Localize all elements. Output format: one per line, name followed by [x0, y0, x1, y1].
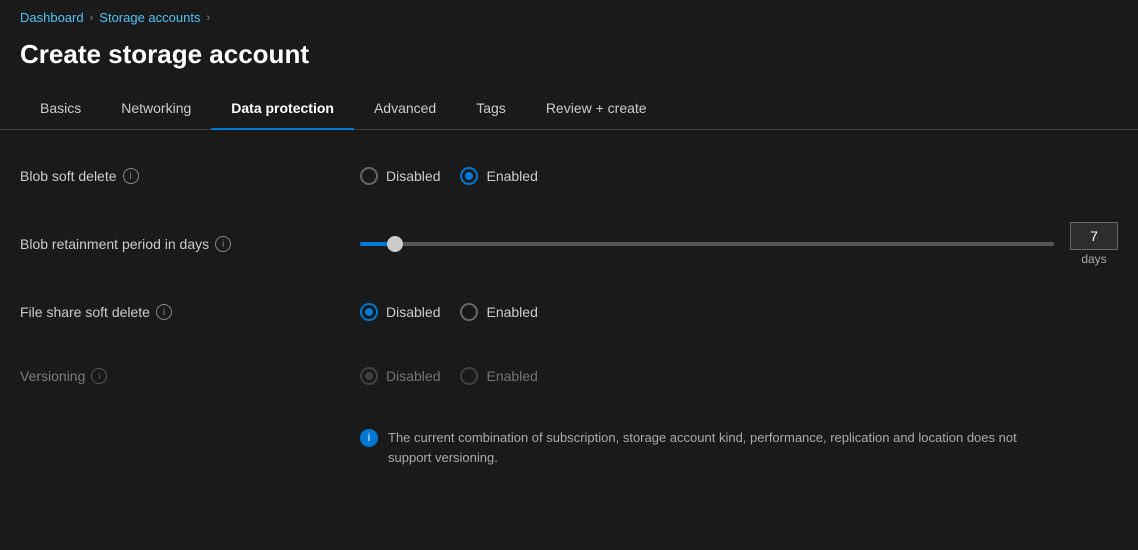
- file-share-soft-delete-row: File share soft delete i Disabled Enable…: [20, 294, 1118, 330]
- versioning-enabled-radio[interactable]: [460, 367, 478, 385]
- breadcrumb-storage-accounts[interactable]: Storage accounts: [99, 10, 200, 25]
- breadcrumb-chevron-1: ›: [90, 12, 94, 24]
- file-share-soft-delete-info-icon[interactable]: i: [156, 304, 172, 320]
- blob-soft-delete-enabled-label: Enabled: [486, 168, 537, 184]
- breadcrumb-chevron-2: ›: [206, 12, 210, 24]
- blob-soft-delete-disabled-label: Disabled: [386, 168, 440, 184]
- content-area: Blob soft delete i Disabled Enabled Blob…: [0, 130, 1138, 493]
- tab-data-protection[interactable]: Data protection: [211, 90, 354, 130]
- blob-soft-delete-row: Blob soft delete i Disabled Enabled: [20, 158, 1118, 194]
- blob-retention-value[interactable]: 7: [1070, 222, 1118, 250]
- versioning-info-box: i The current combination of subscriptio…: [360, 422, 1060, 473]
- file-share-soft-delete-enabled-radio[interactable]: [460, 303, 478, 321]
- blob-retention-unit: days: [1081, 252, 1106, 266]
- breadcrumb: Dashboard › Storage accounts ›: [0, 0, 1138, 31]
- tabs-container: Basics Networking Data protection Advanc…: [0, 90, 1138, 130]
- file-share-soft-delete-disabled-option[interactable]: Disabled: [360, 303, 440, 321]
- file-share-soft-delete-enabled-option[interactable]: Enabled: [460, 303, 537, 321]
- versioning-enabled-label: Enabled: [486, 368, 537, 384]
- blob-retention-info-icon[interactable]: i: [215, 236, 231, 252]
- versioning-enabled-option[interactable]: Enabled: [460, 367, 537, 385]
- blob-retention-slider-thumb[interactable]: [387, 236, 403, 252]
- file-share-soft-delete-label: File share soft delete i: [20, 304, 360, 320]
- blob-soft-delete-disabled-radio[interactable]: [360, 167, 378, 185]
- blob-soft-delete-enabled-option[interactable]: Enabled: [460, 167, 537, 185]
- breadcrumb-dashboard[interactable]: Dashboard: [20, 10, 84, 25]
- tab-networking[interactable]: Networking: [101, 90, 211, 130]
- blob-soft-delete-disabled-option[interactable]: Disabled: [360, 167, 440, 185]
- blob-retention-value-box: 7 days: [1070, 222, 1118, 266]
- file-share-soft-delete-enabled-label: Enabled: [486, 304, 537, 320]
- tab-tags[interactable]: Tags: [456, 90, 526, 130]
- blob-retention-label: Blob retainment period in days i: [20, 236, 360, 252]
- versioning-disabled-radio[interactable]: [360, 367, 378, 385]
- versioning-label: Versioning i: [20, 368, 360, 384]
- blob-retention-row: Blob retainment period in days i 7 days: [20, 222, 1118, 266]
- blob-retention-slider-container: 7 days: [360, 222, 1118, 266]
- file-share-soft-delete-disabled-radio[interactable]: [360, 303, 378, 321]
- blob-soft-delete-info-icon[interactable]: i: [123, 168, 139, 184]
- blob-soft-delete-enabled-radio[interactable]: [460, 167, 478, 185]
- versioning-info-circle-icon: i: [360, 429, 378, 447]
- blob-soft-delete-label: Blob soft delete i: [20, 168, 360, 184]
- blob-soft-delete-control: Disabled Enabled: [360, 167, 1118, 185]
- file-share-soft-delete-disabled-label: Disabled: [386, 304, 440, 320]
- versioning-control: Disabled Enabled: [360, 367, 1118, 385]
- tab-advanced[interactable]: Advanced: [354, 90, 456, 130]
- tab-basics[interactable]: Basics: [20, 90, 101, 130]
- blob-retention-slider-track[interactable]: [360, 242, 1054, 246]
- file-share-soft-delete-control: Disabled Enabled: [360, 303, 1118, 321]
- versioning-disabled-label: Disabled: [386, 368, 440, 384]
- tab-review-create[interactable]: Review + create: [526, 90, 667, 130]
- versioning-info-text: The current combination of subscription,…: [388, 428, 1060, 467]
- page-title: Create storage account: [0, 31, 1138, 90]
- versioning-row: Versioning i Disabled Enabled: [20, 358, 1118, 394]
- versioning-disabled-option[interactable]: Disabled: [360, 367, 440, 385]
- versioning-info-icon[interactable]: i: [91, 368, 107, 384]
